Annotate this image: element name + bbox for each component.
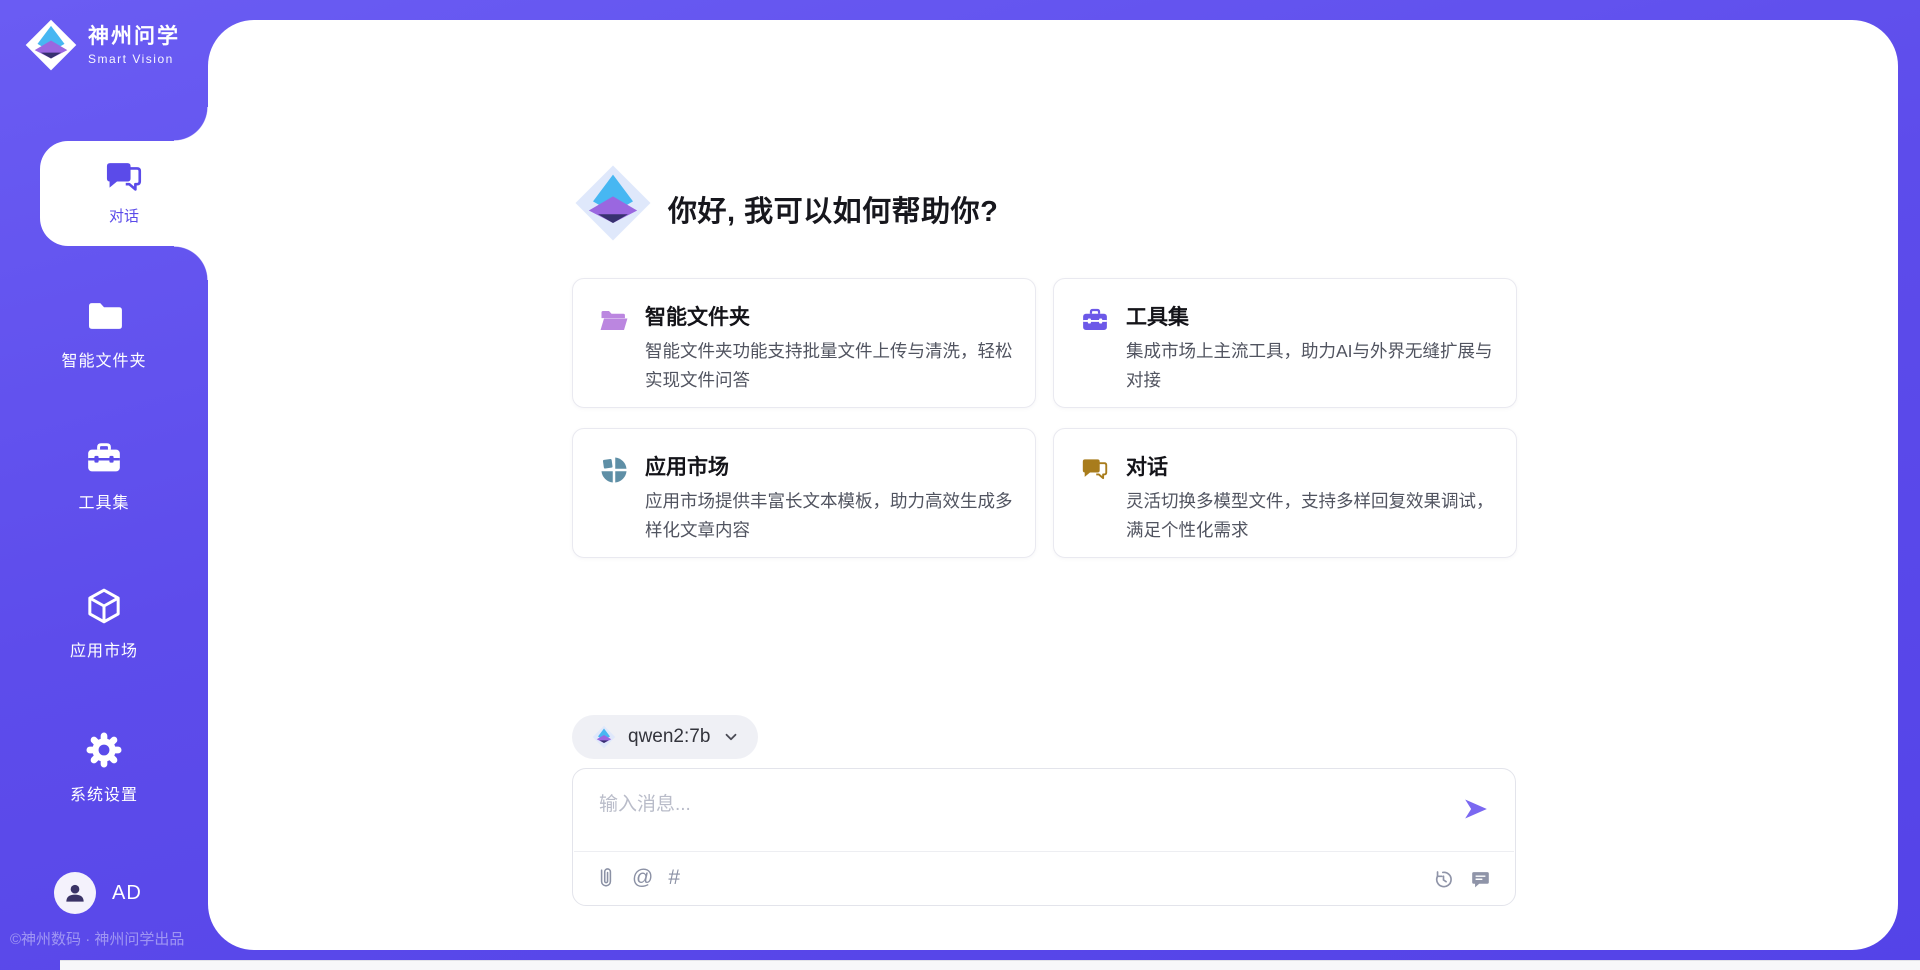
card-app-market[interactable]: 应用市场 应用市场提供丰富长文本模板，助力高效生成多样化文章内容: [572, 428, 1036, 558]
brand-text: 神州问学 Smart Vision: [88, 25, 180, 66]
user-name: AD: [112, 882, 142, 905]
model-name: qwen2:7b: [628, 726, 710, 748]
sidebar: 神州问学 Smart Vision 对话 智能文件夹 工具集 应用市场 系统设置…: [0, 0, 208, 970]
brand-name: 神州问学: [88, 25, 180, 49]
gear-icon: [84, 730, 124, 770]
sidebar-item-toolset[interactable]: 工具集: [0, 438, 208, 513]
brand-subtitle: Smart Vision: [88, 52, 180, 66]
message-composer: @ #: [572, 768, 1516, 906]
card-title: 智能文件夹: [645, 301, 750, 331]
card-title: 对话: [1126, 451, 1168, 481]
brand-diamond-logo-icon: [24, 18, 78, 72]
chat-bubbles-icon: [1080, 455, 1110, 485]
greeting-diamond-logo-icon: [573, 162, 653, 244]
user-profile[interactable]: AD: [54, 872, 142, 914]
horizontal-scrollbar[interactable]: [60, 960, 1920, 970]
card-description: 应用市场提供丰富长文本模板，助力高效生成多样化文章内容: [645, 487, 1015, 545]
greeting-title: 你好, 我可以如何帮助你?: [668, 188, 998, 230]
open-folder-icon: [599, 305, 629, 335]
copyright-footer: ©神州数码 · 神州问学出品: [10, 928, 184, 949]
comment-icon[interactable]: [1470, 869, 1491, 890]
cube-icon: [84, 586, 124, 626]
paperclip-icon[interactable]: [595, 867, 617, 889]
history-icon[interactable]: [1433, 869, 1454, 890]
card-chat[interactable]: 对话 灵活切换多模型文件，支持多样回复效果调试，满足个性化需求: [1053, 428, 1517, 558]
hash-icon[interactable]: #: [668, 867, 680, 889]
card-toolset[interactable]: 工具集 集成市场上主流工具，助力AI与外界无缝扩展与对接: [1053, 278, 1517, 408]
folder-icon: [84, 296, 124, 336]
card-title: 应用市场: [645, 451, 729, 481]
send-icon: [1463, 796, 1489, 822]
briefcase-icon: [84, 438, 124, 478]
sidebar-item-chat[interactable]: 对话: [40, 141, 208, 246]
avatar: [54, 872, 96, 914]
sidebar-item-label: 系统设置: [0, 781, 208, 805]
model-diamond-logo-icon: [592, 725, 616, 749]
card-description: 集成市场上主流工具，助力AI与外界无缝扩展与对接: [1126, 337, 1496, 395]
app-window: { "colors":{ "sidebar_purple":"#5b4beb",…: [0, 0, 1920, 970]
briefcase-icon: [1080, 305, 1110, 335]
model-selector[interactable]: qwen2:7b: [572, 715, 758, 759]
composer-divider: [574, 851, 1514, 852]
composer-tools-right: [1433, 869, 1491, 890]
card-description: 灵活切换多模型文件，支持多样回复效果调试，满足个性化需求: [1126, 487, 1496, 545]
card-description: 智能文件夹功能支持批量文件上传与清洗，轻松实现文件问答: [645, 337, 1015, 395]
sidebar-item-smart-folders[interactable]: 智能文件夹: [0, 296, 208, 371]
chevron-down-icon: [722, 728, 740, 746]
app-market-icon: [599, 455, 629, 485]
sidebar-item-settings[interactable]: 系统设置: [0, 730, 208, 805]
chat-bubbles-icon: [103, 157, 145, 199]
card-title: 工具集: [1126, 301, 1189, 331]
sidebar-item-label: 应用市场: [0, 637, 208, 661]
message-input[interactable]: [597, 783, 1401, 827]
send-button[interactable]: [1463, 795, 1491, 823]
card-smart-folders[interactable]: 智能文件夹 智能文件夹功能支持批量文件上传与清洗，轻松实现文件问答: [572, 278, 1036, 408]
sidebar-item-label: 对话: [40, 205, 208, 226]
sidebar-item-label: 工具集: [0, 489, 208, 513]
sidebar-item-app-market[interactable]: 应用市场: [0, 586, 208, 661]
person-icon: [62, 880, 88, 906]
mention-icon[interactable]: @: [632, 867, 653, 889]
composer-tools-left: @ #: [595, 867, 680, 889]
brand: 神州问学 Smart Vision: [24, 18, 180, 72]
sidebar-item-label: 智能文件夹: [0, 347, 208, 371]
